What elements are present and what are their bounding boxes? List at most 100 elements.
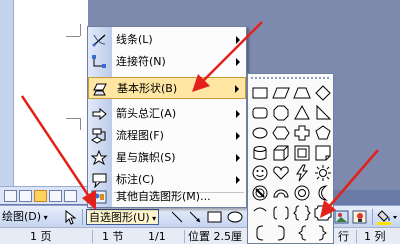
menu-item-label: 流程图(F) bbox=[116, 129, 164, 142]
diamond-shape-icon[interactable] bbox=[313, 83, 333, 103]
submenu-arrow-icon bbox=[236, 36, 240, 44]
margin-mark bbox=[66, 118, 80, 119]
oval-shape-icon[interactable] bbox=[250, 123, 270, 143]
menu-item-label: 其他自选图形(M)... bbox=[116, 190, 211, 203]
status-bar: 1 页 1 节 1/1 位置 2.5厘 行 1 列 bbox=[0, 227, 400, 244]
smiley-face-shape-icon[interactable] bbox=[250, 163, 270, 183]
triangle-shape-icon[interactable] bbox=[292, 103, 312, 123]
menu-item-label: 星与旗帜(S) bbox=[116, 151, 176, 164]
rectangle-tool-icon[interactable] bbox=[206, 209, 224, 225]
more-autoshapes-icon bbox=[91, 189, 108, 205]
fill-color-icon[interactable] bbox=[376, 209, 398, 225]
lines-icon bbox=[91, 32, 108, 48]
menu-item-more-autoshapes[interactable]: 其他自选图形(M)... bbox=[88, 186, 246, 208]
draw-label: 绘图(D) bbox=[2, 210, 42, 223]
normal-view-icon[interactable] bbox=[4, 190, 17, 202]
right-bracket-shape-icon[interactable] bbox=[271, 223, 291, 243]
menu-item-label: 连接符(N) bbox=[116, 55, 166, 68]
left-brace-shape-icon[interactable] bbox=[292, 223, 312, 243]
plaque-shape-icon[interactable] bbox=[313, 203, 333, 223]
arc-shape-icon[interactable] bbox=[250, 203, 270, 223]
block-arrows-icon bbox=[91, 106, 108, 122]
parallelogram-shape-icon[interactable] bbox=[271, 83, 291, 103]
left-bracket-shape-icon[interactable] bbox=[250, 223, 270, 243]
status-page: 1 页 bbox=[30, 230, 52, 243]
vertical-ruler bbox=[0, 0, 14, 190]
basic-shapes-icon bbox=[92, 81, 109, 97]
reading-view-icon[interactable] bbox=[64, 190, 77, 202]
cube-shape-icon[interactable] bbox=[271, 143, 291, 163]
print-layout-view-icon[interactable] bbox=[34, 190, 47, 202]
moon-shape-icon[interactable] bbox=[313, 183, 333, 203]
menu-item-label: 箭头总汇(A) bbox=[116, 107, 177, 120]
folded-corner-shape-icon[interactable] bbox=[313, 143, 333, 163]
menu-item-stars-banners[interactable]: 星与旗帜(S) bbox=[88, 147, 246, 169]
status-divider bbox=[92, 230, 93, 243]
drawing-toolbar: 绘图(D) ▾ 自选图形(U) ▾ bbox=[0, 205, 400, 227]
status-section: 1 节 bbox=[102, 230, 124, 243]
hexagon-shape-icon[interactable] bbox=[271, 123, 291, 143]
autoshapes-label: 自选图形(U) bbox=[89, 211, 150, 224]
margin-mark bbox=[80, 24, 81, 36]
draw-menu[interactable]: 绘图(D) ▾ bbox=[2, 209, 48, 225]
select-objects-icon[interactable] bbox=[64, 209, 77, 225]
double-bracket-shape-icon[interactable] bbox=[271, 203, 291, 223]
arrow-tool-icon[interactable] bbox=[186, 209, 206, 225]
menu-item-label: 基本形状(B) bbox=[117, 82, 178, 95]
autoshapes-button[interactable]: 自选图形(U) ▾ bbox=[86, 209, 160, 225]
flowchart-icon bbox=[91, 128, 108, 144]
status-position: 位置 2.5厘 bbox=[188, 230, 242, 243]
margin-mark bbox=[66, 36, 80, 37]
insert-picture-icon[interactable] bbox=[334, 209, 350, 225]
lightning-bolt-shape-icon[interactable] bbox=[292, 163, 312, 183]
double-brace-shape-icon[interactable] bbox=[292, 203, 312, 223]
pentagon-shape-icon[interactable] bbox=[313, 123, 333, 143]
trapezoid-shape-icon[interactable] bbox=[292, 83, 312, 103]
block-arc-shape-icon[interactable] bbox=[271, 183, 291, 203]
status-page-of: 1/1 bbox=[148, 230, 166, 243]
menu-item-connectors[interactable]: 连接符(N) bbox=[88, 51, 246, 73]
right-triangle-shape-icon[interactable] bbox=[313, 103, 333, 123]
dropdown-arrow-icon: ▾ bbox=[149, 214, 157, 223]
menu-item-lines[interactable]: 线条(L) bbox=[88, 29, 246, 51]
submenu-arrow-icon bbox=[236, 110, 240, 118]
status-line: 行 bbox=[338, 230, 349, 243]
octagon-shape-icon[interactable] bbox=[271, 103, 291, 123]
status-divider bbox=[184, 230, 185, 243]
menu-item-block-arrows[interactable]: 箭头总汇(A) bbox=[88, 103, 246, 125]
view-buttons-bar bbox=[0, 186, 98, 204]
status-divider bbox=[356, 230, 357, 243]
web-layout-view-icon[interactable] bbox=[19, 190, 32, 202]
heart-shape-icon[interactable] bbox=[271, 163, 291, 183]
bevel-shape-icon[interactable] bbox=[292, 143, 312, 163]
autoshapes-menu: 线条(L) 连接符(N) 基本形状(B) 箭头总汇(A) 流程图(F) 星与旗帜 bbox=[87, 26, 247, 208]
submenu-arrow-icon bbox=[236, 154, 240, 162]
right-brace-shape-icon[interactable] bbox=[313, 223, 333, 243]
menu-item-basic-shapes[interactable]: 基本形状(B) bbox=[88, 77, 246, 99]
submenu-arrow-icon bbox=[236, 132, 240, 140]
margin-mark bbox=[80, 118, 81, 130]
rounded-rectangle-shape-icon[interactable] bbox=[250, 103, 270, 123]
submenu-arrow-icon bbox=[235, 85, 239, 93]
submenu-arrow-icon bbox=[236, 176, 240, 184]
no-symbol-shape-icon[interactable] bbox=[250, 183, 270, 203]
clip-art-icon[interactable] bbox=[352, 209, 368, 225]
palette-drag-handle[interactable] bbox=[250, 76, 331, 80]
donut-shape-icon[interactable] bbox=[292, 183, 312, 203]
rectangle-shape-icon[interactable] bbox=[250, 83, 270, 103]
menu-item-label: 线条(L) bbox=[116, 33, 153, 46]
connectors-icon bbox=[91, 54, 108, 70]
submenu-arrow-icon bbox=[236, 58, 240, 66]
oval-tool-icon[interactable] bbox=[226, 209, 244, 225]
can-shape-icon[interactable] bbox=[250, 143, 270, 163]
menu-item-flowchart[interactable]: 流程图(F) bbox=[88, 125, 246, 147]
status-column: 1 列 bbox=[364, 230, 386, 243]
outline-view-icon[interactable] bbox=[49, 190, 62, 202]
basic-shapes-palette bbox=[247, 73, 334, 244]
dropdown-arrow-icon: ▾ bbox=[41, 213, 48, 222]
toolbar-separator bbox=[372, 209, 373, 225]
sun-shape-icon[interactable] bbox=[313, 163, 333, 183]
stars-banners-icon bbox=[90, 149, 108, 166]
document-page[interactable] bbox=[14, 0, 88, 190]
cross-shape-icon[interactable] bbox=[292, 123, 312, 143]
